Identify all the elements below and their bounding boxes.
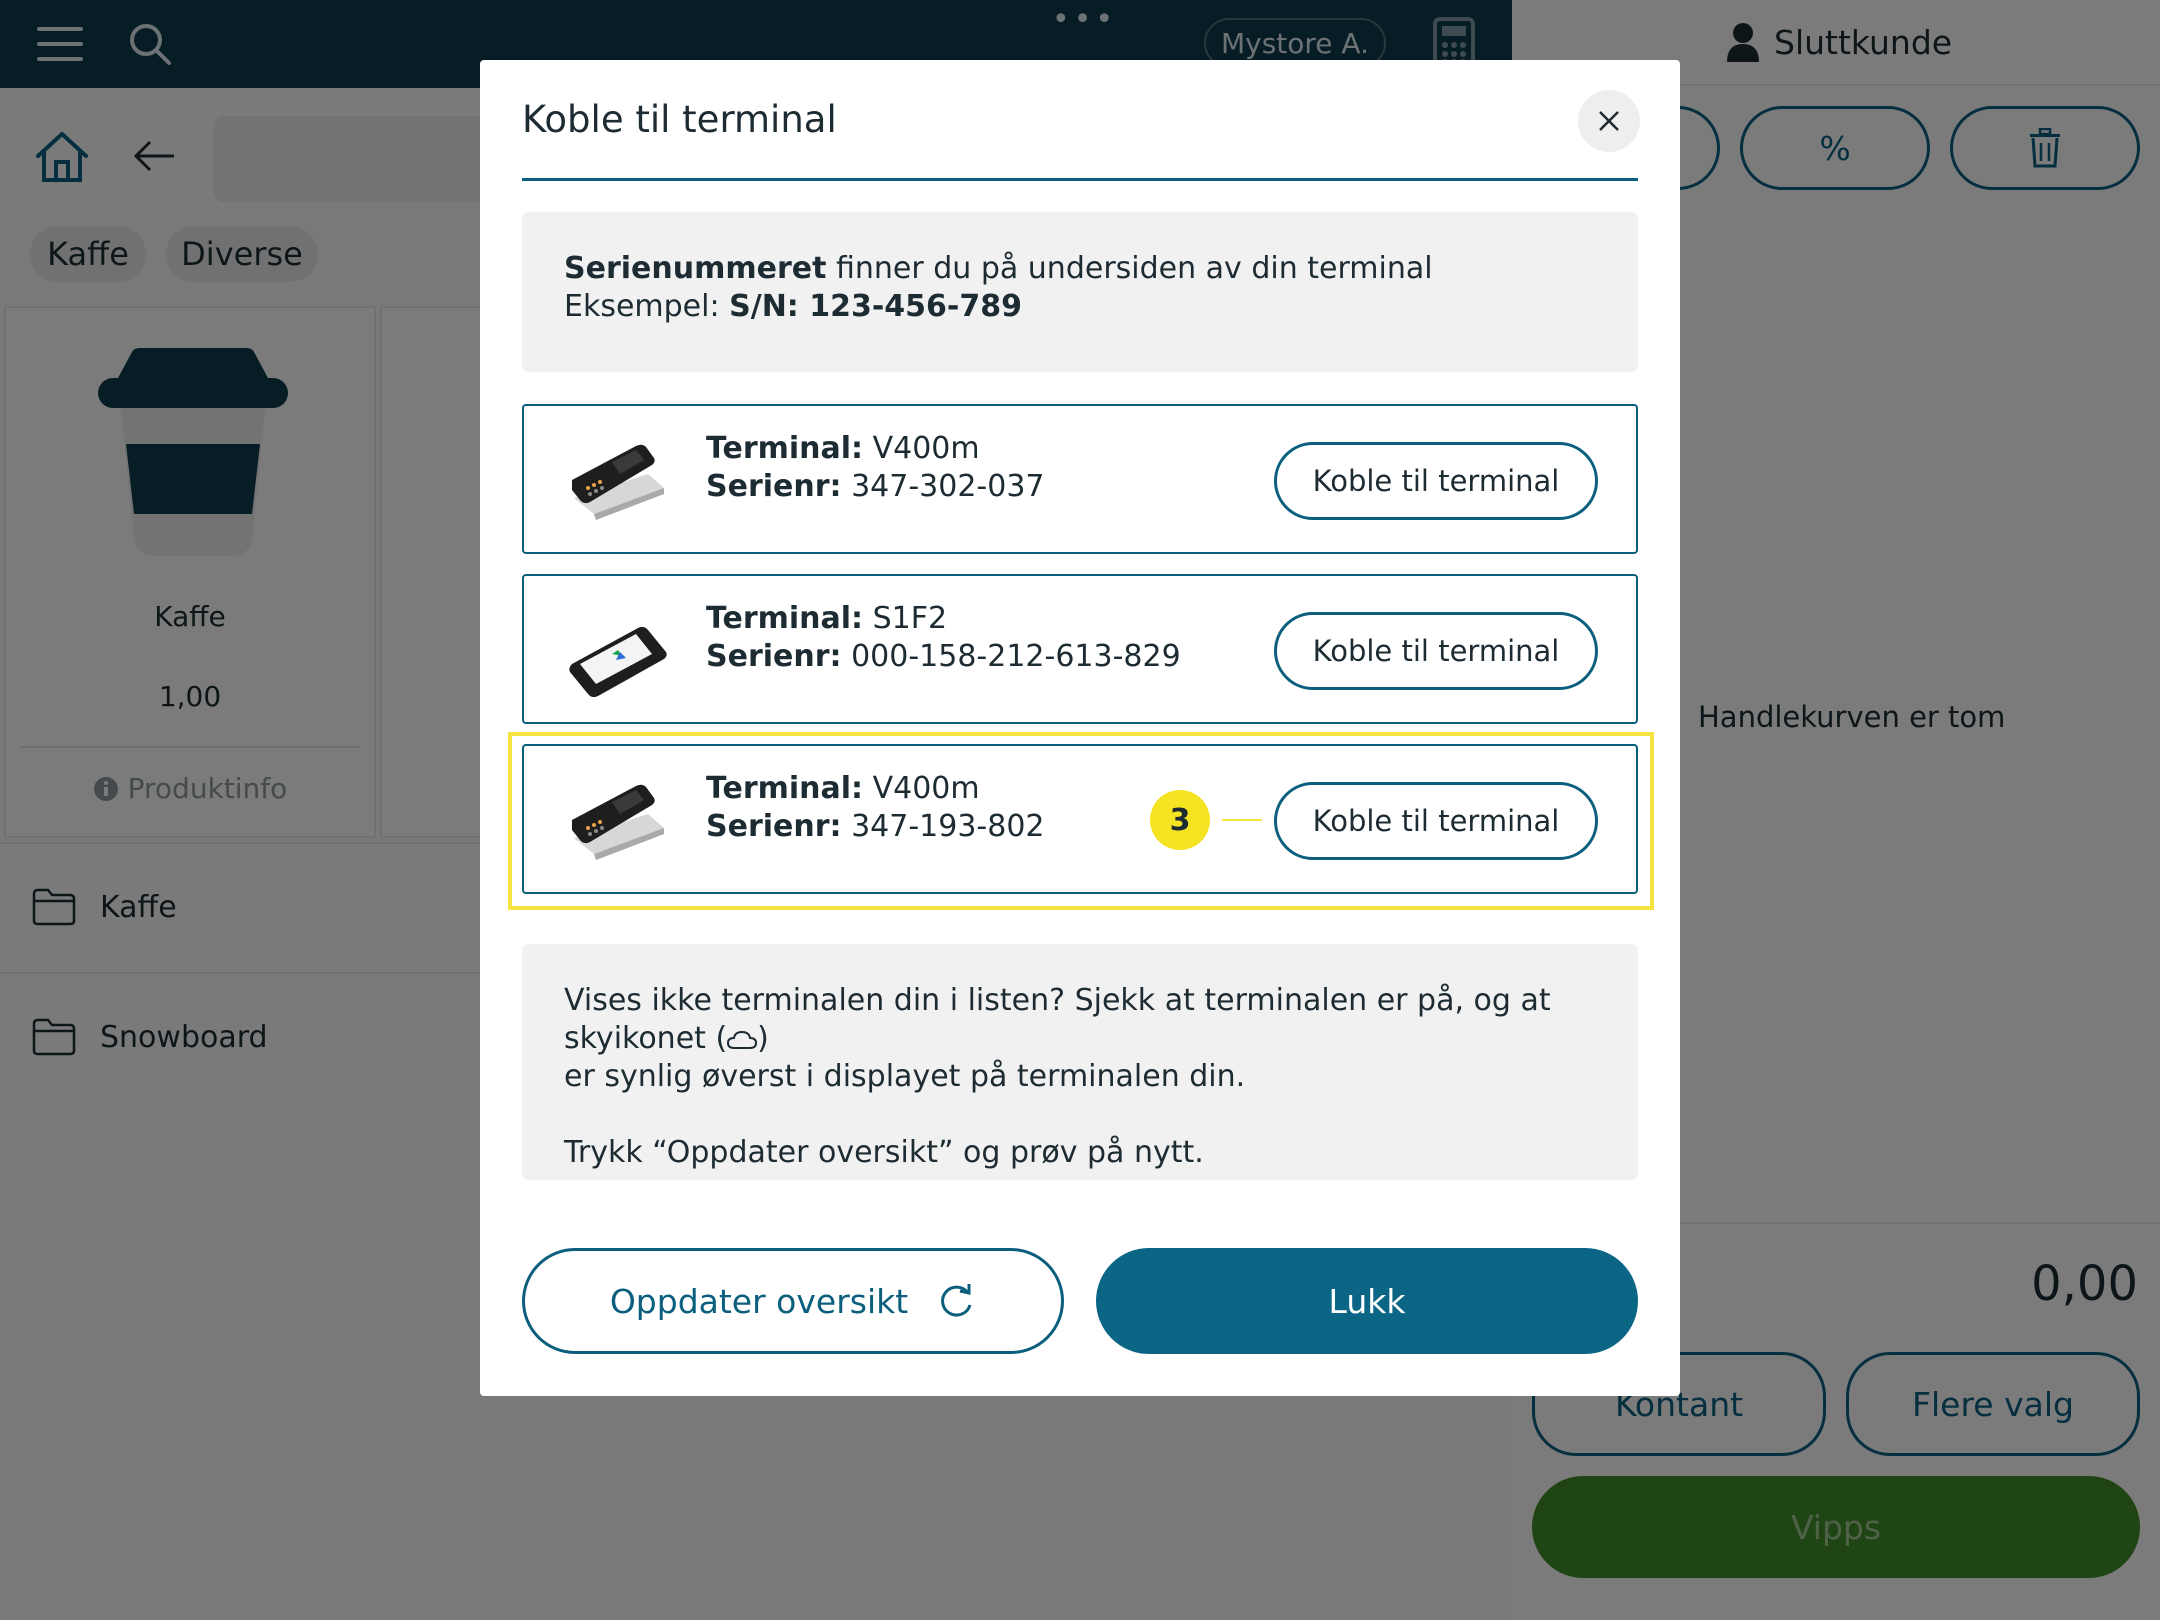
serial-example-line: Eksempel: S/N: 123-456-789 [564,288,1596,326]
terminal-card: Terminal: S1F2 Serienr: 000-158-212-613-… [522,574,1638,724]
serial-info-text: finner du på undersiden av din terminal [826,251,1433,286]
help-info-box: Vises ikke terminalen din i listen? Sjek… [522,944,1638,1180]
cloud-icon [727,1030,758,1049]
connect-terminal-button[interactable]: Koble til terminal [1274,442,1598,520]
terminal-serial-line: Serienr: 000-158-212-613-829 [706,638,1181,676]
terminal-v400m-icon [572,444,664,520]
terminal-details: Terminal: S1F2 Serienr: 000-158-212-613-… [706,600,1181,676]
serial-info-line: Serienummeret finner du på undersiden av… [564,250,1596,288]
terminal-s1f2-icon [569,626,667,698]
terminal-model: V400m [872,431,980,466]
title-divider [522,178,1638,181]
step-badge: 3 [1150,790,1210,850]
terminal-serial-line: Serienr: 347-302-037 [706,468,1045,506]
step-highlight [508,732,1654,910]
connect-terminal-dialog: Koble til terminal Serienummeret finner … [480,60,1680,1396]
terminal-model-line: Terminal: S1F2 [706,600,1181,638]
connect-terminal-button[interactable]: Koble til terminal [1274,612,1598,690]
close-button[interactable]: Lukk [1096,1248,1638,1354]
help-line: Vises ikke terminalen din i listen? Sjek… [564,982,1596,1058]
refresh-label: Oppdater oversikt [609,1281,909,1321]
terminal-details: Terminal: V400m Serienr: 347-302-037 [706,430,1045,506]
terminal-model: S1F2 [872,601,948,636]
serial-label: Serienr: [706,469,842,504]
dialog-title: Koble til terminal [522,98,837,141]
refresh-icon [941,1284,972,1317]
terminal-serial: 000-158-212-613-829 [851,639,1181,674]
help-text: ) [757,1021,769,1056]
terminal-card: Terminal: V400m Serienr: 347-302-037 Kob… [522,404,1638,554]
help-text: Vises ikke terminalen din i listen? Sjek… [564,983,1551,1056]
serial-info-box: Serienummeret finner du på undersiden av… [522,212,1638,372]
terminal-serial: 347-302-037 [851,469,1045,504]
terminal-model-line: Terminal: V400m [706,430,1045,468]
refresh-overview-button[interactable]: Oppdater oversikt [522,1248,1064,1354]
close-icon[interactable] [1578,90,1640,152]
serial-example-label: Eksempel: [564,289,730,324]
help-line: er synlig øverst i displayet på terminal… [564,1059,1246,1094]
serial-example-value: S/N: 123-456-789 [729,289,1023,324]
step-connector [1222,819,1262,821]
terminal-label: Terminal: [706,601,864,636]
serial-label: Serienr: [706,639,842,674]
serial-info-bold: Serienummeret [564,251,827,286]
help-line: Trykk “Oppdater oversikt” og prøv på nyt… [564,1135,1204,1170]
terminal-label: Terminal: [706,431,864,466]
